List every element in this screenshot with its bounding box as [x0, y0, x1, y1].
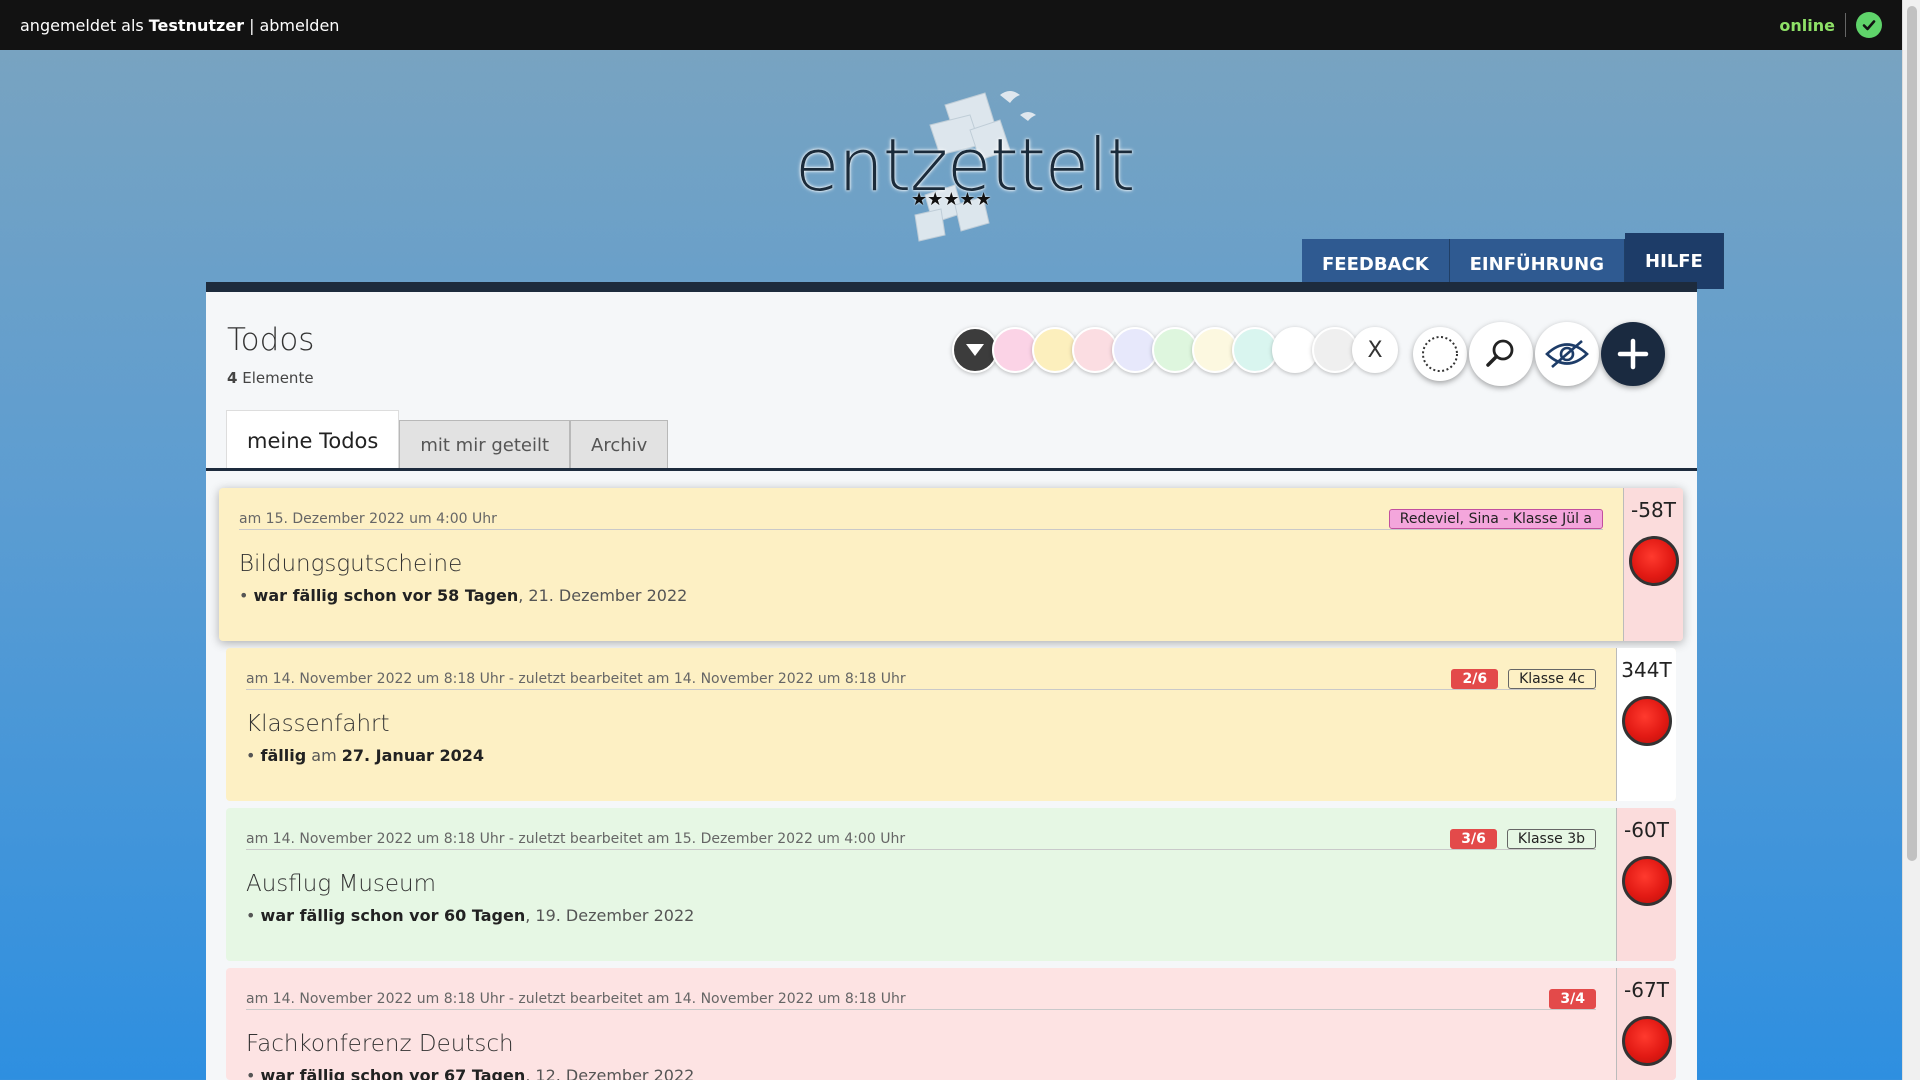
todo-card[interactable]: am 14. November 2022 um 8:18 Uhr - zulet… — [226, 968, 1676, 1080]
tool-buttons — [1413, 322, 1665, 386]
plus-icon — [1617, 338, 1649, 370]
scrollbar-thumb[interactable] — [1907, 6, 1917, 861]
todo-card-body[interactable]: am 14. November 2022 um 8:18 Uhr - zulet… — [226, 968, 1616, 1080]
logo-stars: ★★★★★ — [911, 189, 992, 210]
progress-badge: 3/6 — [1450, 828, 1497, 849]
status-dot-button[interactable] — [1621, 856, 1672, 906]
eye-slash-icon — [1545, 340, 1589, 368]
status-dot-button[interactable] — [1621, 696, 1672, 746]
todo-title: Fachkonferenz Deutsch — [246, 1031, 514, 1057]
todo-card[interactable]: am 15. Dezember 2022 um 4:00 Uhr Redeviel… — [219, 488, 1683, 641]
todo-card-body[interactable]: am 14. November 2022 um 8:18 Uhr - zulet… — [226, 808, 1616, 961]
top-bar: angemeldet als Testnutzer | abmelden onl… — [0, 0, 1902, 50]
search-button[interactable] — [1469, 322, 1533, 386]
todo-card-body[interactable]: am 14. November 2022 um 8:18 Uhr - zulet… — [226, 648, 1616, 801]
todo-meta: am 14. November 2022 um 8:18 Uhr - zulet… — [246, 668, 1596, 690]
todo-meta: am 14. November 2022 um 8:18 Uhr - zulet… — [246, 988, 1596, 1010]
days-remaining: -58T — [1631, 498, 1676, 522]
item-count-number: 4 — [227, 369, 238, 387]
status-dot-button[interactable] — [1628, 536, 1679, 586]
todo-side: -67T — [1616, 968, 1676, 1080]
status-divider — [1845, 13, 1846, 37]
tabs-divider — [206, 468, 1697, 471]
group-badge: Klasse 3b — [1506, 828, 1596, 849]
progress-badge: 2/6 — [1451, 668, 1499, 689]
login-info: angemeldet als Testnutzer | abmelden — [20, 16, 1779, 35]
check-icon — [1856, 12, 1882, 38]
todo-date: am 15. Dezember 2022 um 4:00 Uhr — [239, 510, 497, 527]
todo-date: am 14. November 2022 um 8:18 Uhr - zulet… — [246, 830, 906, 847]
status-dot-button[interactable] — [1621, 1016, 1672, 1066]
color-filters: X — [952, 327, 1398, 373]
group-badge: Klasse 4c — [1508, 668, 1596, 689]
todo-side: -60T — [1616, 808, 1676, 961]
days-remaining: -67T — [1624, 978, 1669, 1002]
add-todo-button[interactable] — [1601, 322, 1665, 386]
todo-title: Bildungsgutscheine — [239, 551, 463, 577]
nav-tabs: FEEDBACK EINFÜHRUNG HILFE — [1302, 233, 1724, 289]
dotted-circle-icon — [1422, 336, 1458, 372]
username: Testnutzer — [148, 15, 245, 35]
logged-in-prefix: angemeldet als — [20, 15, 144, 35]
search-icon — [1486, 339, 1514, 367]
todo-card[interactable]: am 14. November 2022 um 8:18 Uhr - zulet… — [226, 648, 1676, 801]
todo-meta: am 15. Dezember 2022 um 4:00 Uhr Redeviel… — [239, 508, 1603, 530]
clear-filter-button[interactable]: X — [1352, 327, 1398, 373]
todo-date: am 14. November 2022 um 8:18 Uhr - zulet… — [246, 670, 906, 687]
triangle-down-icon — [966, 344, 984, 356]
item-count-label: Elemente — [242, 369, 314, 387]
color-chip-list — [992, 327, 1358, 373]
online-status: online — [1779, 12, 1882, 38]
tab-my-todos[interactable]: meine Todos — [226, 410, 400, 470]
todo-date: am 14. November 2022 um 8:18 Uhr - zulet… — [246, 990, 906, 1007]
todo-side: 344T — [1616, 648, 1676, 801]
item-count: 4 Elemente — [227, 369, 314, 387]
tab-shared-with-me[interactable]: mit mir geteilt — [399, 420, 571, 470]
page-title: Todos — [227, 322, 315, 358]
todo-side: -58T — [1623, 488, 1683, 641]
online-text: online — [1779, 15, 1835, 35]
todo-tabs: meine Todos mit mir geteilt Archiv — [226, 410, 669, 470]
progress-badge: 3/4 — [1549, 988, 1596, 1009]
todo-card-body[interactable]: am 15. Dezember 2022 um 4:00 Uhr Redeviel… — [219, 488, 1623, 641]
days-remaining: -60T — [1624, 818, 1669, 842]
logout-link[interactable]: abmelden — [259, 16, 339, 35]
todo-due: • war fällig schon vor 67 Tagen, 12. Dez… — [246, 1066, 695, 1080]
todo-due: • war fällig schon vor 58 Tagen, 21. Dez… — [239, 586, 688, 605]
scrollbar[interactable] — [1902, 0, 1920, 1080]
todo-meta: am 14. November 2022 um 8:18 Uhr - zulet… — [246, 828, 1596, 850]
todo-card[interactable]: am 14. November 2022 um 8:18 Uhr - zulet… — [226, 808, 1676, 961]
logo: entzettelt ★★★★★ — [795, 85, 1135, 245]
todo-due: • fällig am 27. Januar 2024 — [246, 746, 484, 765]
separator: | — [249, 15, 255, 35]
hide-done-button[interactable] — [1535, 322, 1599, 386]
tab-archive[interactable]: Archiv — [570, 420, 669, 470]
help-tab[interactable]: HILFE — [1625, 233, 1724, 289]
select-all-button[interactable] — [1413, 327, 1467, 381]
todo-title: Ausflug Museum — [246, 871, 437, 897]
todo-title: Klassenfahrt — [246, 711, 390, 737]
days-remaining: 344T — [1621, 658, 1672, 682]
group-badge: Redeviel, Sina - Klasse Jül a — [1388, 508, 1603, 529]
todo-due: • war fällig schon vor 60 Tagen, 19. Dez… — [246, 906, 695, 925]
